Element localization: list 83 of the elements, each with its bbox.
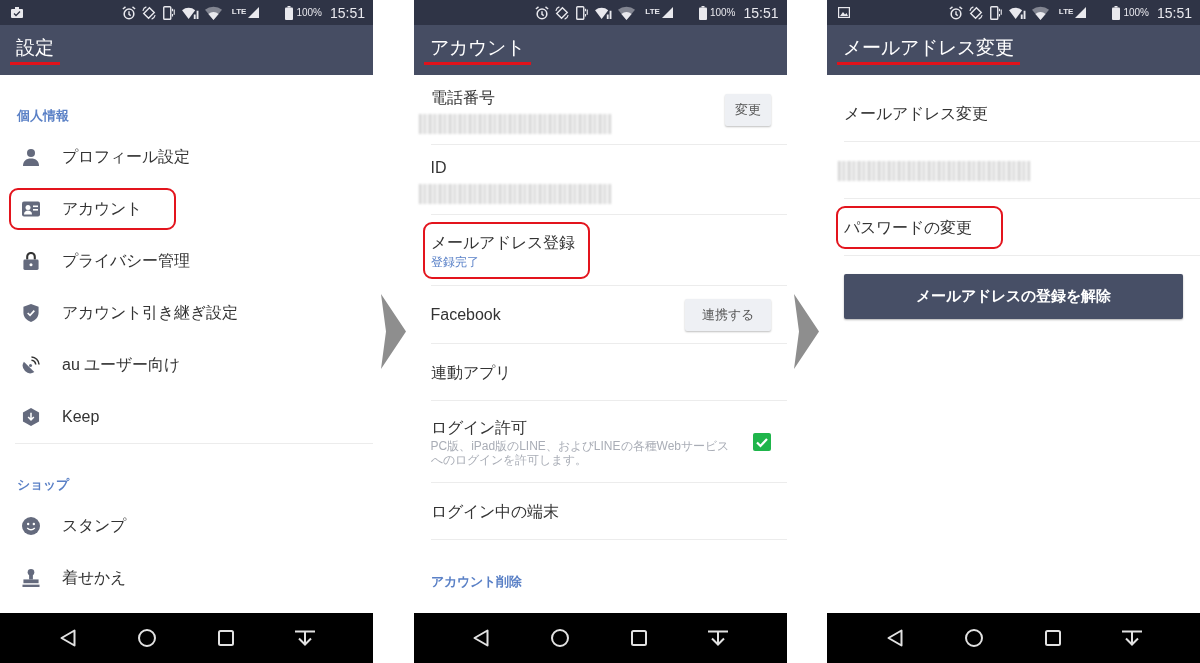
action-button[interactable]: 変更 (724, 94, 771, 126)
wifi-signal-icon (181, 5, 199, 20)
alarm-icon (948, 5, 963, 20)
setting-label[interactable]: パスワードの変更 (844, 216, 972, 239)
home-icon[interactable] (551, 629, 569, 647)
person-icon (22, 148, 40, 166)
back-icon[interactable] (59, 629, 76, 647)
setting-label[interactable]: ログイン中の端末 (430, 500, 559, 523)
image-icon (838, 7, 850, 18)
home-icon[interactable] (964, 629, 983, 647)
wifi-icon (204, 5, 222, 20)
home-icon[interactable] (137, 629, 156, 647)
back-icon[interactable] (886, 629, 903, 647)
recents-icon[interactable] (631, 630, 647, 646)
setting-label: Facebook (430, 305, 501, 325)
network-type: LTE (645, 7, 660, 16)
screen-title: アカウント (423, 35, 531, 65)
id-card-icon (22, 200, 40, 218)
setting-label[interactable]: メールアドレス登録 (430, 231, 575, 254)
delete-account-link[interactable]: アカウント削除 (430, 574, 522, 590)
setting-label: 電話番号 (430, 87, 495, 108)
vibrate-icon (575, 5, 590, 20)
menu-item[interactable]: プライバシー管理 (0, 235, 373, 287)
stamp-icon (22, 569, 40, 587)
setting-label: ログイン許可 (430, 418, 527, 438)
alarm-icon (535, 5, 550, 20)
lock-icon (22, 252, 40, 270)
vibrate-icon (161, 5, 176, 20)
battery-icon (698, 5, 707, 20)
step-arrow-icon (380, 294, 406, 369)
hexagon-arrow-icon (22, 408, 40, 426)
pull-down-icon[interactable] (1120, 630, 1143, 646)
status-text: 登録完了 (430, 253, 479, 270)
screen-title: メールアドレス変更 (837, 35, 1020, 65)
wifi-icon (618, 5, 636, 20)
signal-icon (661, 7, 673, 18)
description-text: PC版、iPad版のLINE、およびLINEの各種Webサービスへのログインを許可します。 (430, 439, 730, 467)
alarm-icon (121, 5, 136, 20)
recents-icon[interactable] (217, 630, 234, 646)
section-heading: 個人情報 (17, 108, 69, 124)
setting-label[interactable]: メールアドレス変更 (844, 102, 988, 125)
battery-level: 100% (709, 7, 736, 18)
menu-item[interactable]: au ユーザー向け (0, 339, 373, 391)
wifi-signal-icon (595, 5, 613, 20)
menu-item[interactable]: プロフィール設定 (0, 131, 373, 183)
recents-icon[interactable] (1044, 630, 1061, 646)
network-type: LTE (231, 7, 247, 16)
clock: 15:51 (743, 4, 779, 21)
clock: 15:51 (1156, 4, 1192, 21)
menu-item[interactable]: アカウント (0, 183, 373, 235)
battery-level: 100% (1123, 7, 1149, 18)
wifi-icon (1031, 5, 1049, 20)
rotate-icon (141, 5, 156, 20)
battery-icon (1112, 5, 1121, 20)
clipboard-check-icon (11, 7, 23, 18)
rotate-icon (555, 5, 570, 20)
menu-item[interactable]: アカウント引き継ぎ設定 (0, 287, 373, 339)
clock: 15:51 (329, 4, 365, 21)
setting-label: ID (430, 157, 447, 178)
battery-icon (285, 5, 294, 20)
smiley-icon (22, 517, 40, 535)
pull-down-icon[interactable] (707, 630, 729, 646)
action-button[interactable]: 連携する (684, 299, 771, 331)
satellite-dish-icon (22, 356, 40, 374)
pull-down-icon[interactable] (293, 630, 316, 646)
setting-label[interactable]: 連動アプリ (430, 361, 511, 384)
checkbox[interactable] (752, 433, 771, 451)
vibrate-icon (988, 5, 1003, 20)
menu-item[interactable]: 着せかえ (0, 552, 373, 604)
menu-item[interactable]: Keep (0, 391, 373, 443)
section-heading: ショップ (17, 477, 69, 493)
unregister-button[interactable]: メールアドレスの登録を解除 (844, 274, 1183, 319)
shield-check-icon (22, 304, 40, 322)
back-icon[interactable] (473, 629, 489, 647)
menu-item[interactable]: スタンプ (0, 500, 373, 552)
rotate-icon (968, 5, 983, 20)
step-arrow-icon (794, 294, 820, 369)
wifi-signal-icon (1008, 5, 1026, 20)
battery-level: 100% (296, 7, 322, 18)
signal-icon (1075, 7, 1087, 18)
signal-icon (248, 7, 260, 18)
network-type: LTE (1058, 7, 1074, 16)
screen-title: 設定 (10, 35, 60, 65)
